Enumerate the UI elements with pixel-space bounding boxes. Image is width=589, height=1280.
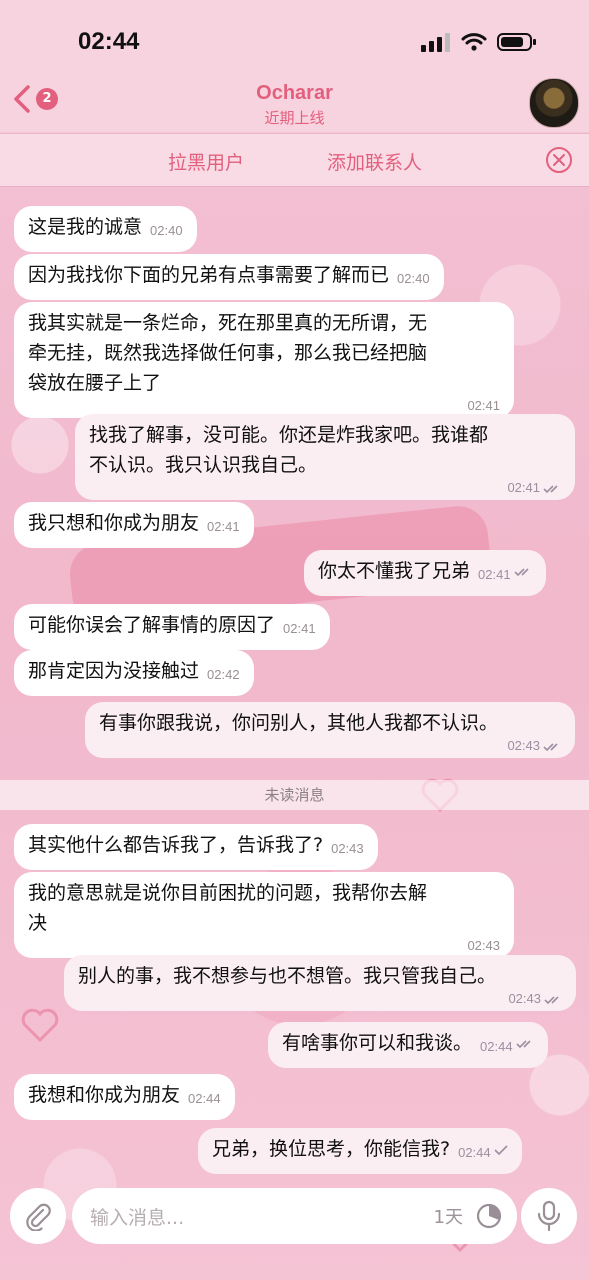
message-text: 别人的事，我不想参与也不想管。我只管我自己。: [78, 965, 497, 987]
signal-icon: [421, 33, 450, 52]
message-meta: 02:43: [78, 991, 562, 1007]
message-time: 02:44: [188, 1091, 221, 1106]
message-text: 你太不懂我了兄弟: [318, 560, 471, 582]
double-check-icon: [543, 742, 558, 751]
chat-title: Ocharar: [256, 82, 333, 104]
message-bubble-out[interactable]: 有啥事你可以和我谈。 02:44: [268, 1022, 548, 1068]
message-text: 那肯定因为没接触过: [28, 660, 200, 682]
message-time: 02:41: [283, 621, 316, 636]
message-text-line: 不认识。我只认识我自己。: [89, 454, 318, 476]
message-text: 因为我找你下面的兄弟有点事需要了解而已: [28, 264, 390, 286]
message-text: 其实他什么都告诉我了，告诉我了?: [28, 834, 324, 856]
message-text-line: 找我了解事，没可能。你还是炸我家吧。我谁都: [89, 424, 489, 446]
double-check-icon: [515, 1039, 531, 1048]
message-time: 02:40: [397, 271, 430, 286]
message-meta: 02:43: [99, 738, 561, 754]
message-input-placeholder: 输入消息...: [90, 1207, 185, 1229]
message-text: 有啥事你可以和我谈。: [282, 1032, 473, 1054]
message-text-line: 我其实就是一条烂命，死在那里真的无所谓，无: [28, 312, 428, 334]
message-time: 02:41: [207, 519, 240, 534]
microphone-icon: [537, 1200, 561, 1232]
message-time: 02:43: [508, 991, 541, 1006]
self-destruct-timer-label[interactable]: 1天: [434, 1203, 463, 1229]
message-bubble-out[interactable]: 你太不懂我了兄弟 02:41: [304, 550, 546, 596]
message-text-line: 我的意思就是说你目前困扰的问题，我帮你去解: [28, 882, 428, 904]
contact-action-bar: 拉黑用户 添加联系人: [0, 133, 589, 187]
message-time: 02:43: [467, 938, 500, 953]
message-bubble-in[interactable]: 其实他什么都告诉我了，告诉我了? 02:43: [14, 824, 378, 870]
message-text: 可能你误会了解事情的原因了: [28, 614, 276, 636]
message-text-line: 牵无挂，既然我选择做任何事，那么我已经把脑: [28, 342, 428, 364]
message-bubble-in[interactable]: 可能你误会了解事情的原因了 02:41: [14, 604, 330, 650]
message-bubble-out[interactable]: 有事你跟我说，你问别人，其他人我都不认识。 02:43: [85, 702, 575, 758]
message-text-line: 决: [28, 912, 48, 934]
message-bubble-in[interactable]: 那肯定因为没接触过 02:42: [14, 650, 254, 696]
status-icons: [421, 32, 537, 52]
check-icon: [494, 1144, 508, 1155]
message-bubble-in[interactable]: 我只想和你成为朋友 02:41: [14, 502, 254, 548]
attach-button[interactable]: [10, 1188, 66, 1244]
message-bubble-out[interactable]: 找我了解事，没可能。你还是炸我家吧。我谁都 不认识。我只认识我自己。 02:41: [75, 414, 575, 500]
message-bubble-in[interactable]: 因为我找你下面的兄弟有点事需要了解而已 02:40: [14, 254, 444, 300]
message-input-bar: 输入消息... 1天: [0, 1180, 589, 1280]
message-text: 有事你跟我说，你问别人，其他人我都不认识。: [99, 712, 499, 734]
last-seen-status: 近期上线: [264, 109, 325, 127]
wifi-icon: [461, 33, 487, 51]
message-text: 兄弟，换位思考，你能信我?: [212, 1138, 451, 1160]
chat-title-area[interactable]: Ocharar 近期上线: [0, 82, 589, 128]
message-text: 这是我的诚意: [28, 216, 143, 238]
message-text: 我想和你成为朋友: [28, 1084, 181, 1106]
double-check-icon: [544, 995, 559, 1004]
unread-messages-divider: 未读消息: [0, 780, 589, 810]
message-bubble-out[interactable]: 别人的事，我不想参与也不想管。我只管我自己。 02:43: [64, 955, 576, 1011]
message-time: 02:42: [207, 667, 240, 682]
message-text-line: 袋放在腰子上了: [28, 372, 162, 394]
paperclip-icon: [26, 1203, 51, 1231]
block-user-button[interactable]: 拉黑用户: [168, 148, 244, 175]
message-time: 02:43: [331, 841, 364, 856]
message-bubble-in[interactable]: 这是我的诚意 02:40: [14, 206, 197, 252]
message-time: 02:43: [507, 738, 540, 753]
status-bar: 02:44: [0, 0, 589, 78]
message-bubble-out[interactable]: 兄弟，换位思考，你能信我? 02:44: [198, 1128, 522, 1174]
double-check-icon: [513, 567, 529, 576]
timer-icon[interactable]: [475, 1202, 503, 1230]
heart-icon: [21, 1008, 59, 1043]
message-text: 我只想和你成为朋友: [28, 512, 200, 534]
message-time: 02:44: [480, 1039, 513, 1054]
message-time: 02:41: [467, 398, 500, 413]
clock: 02:44: [78, 28, 140, 55]
message-bubble-in[interactable]: 我其实就是一条烂命，死在那里真的无所谓，无 牵无挂，既然我选择做任何事，那么我已…: [14, 302, 514, 418]
message-time: 02:44: [458, 1145, 491, 1160]
message-bubble-in[interactable]: 我的意思就是说你目前困扰的问题，我帮你去解 决 02:43: [14, 872, 514, 958]
avatar[interactable]: [529, 78, 579, 128]
message-time: 02:41: [507, 480, 540, 495]
chat-header: 2 Ocharar 近期上线: [0, 70, 589, 132]
message-input[interactable]: 输入消息... 1天: [72, 1188, 517, 1244]
close-icon[interactable]: [545, 146, 573, 174]
message-meta: 02:41: [89, 480, 561, 496]
battery-icon: [497, 33, 536, 51]
voice-record-button[interactable]: [521, 1188, 577, 1244]
double-check-icon: [543, 484, 558, 493]
message-bubble-in[interactable]: 我想和你成为朋友 02:44: [14, 1074, 235, 1120]
add-contact-button[interactable]: 添加联系人: [327, 148, 422, 175]
message-time: 02:41: [478, 567, 511, 582]
message-time: 02:40: [150, 223, 183, 238]
